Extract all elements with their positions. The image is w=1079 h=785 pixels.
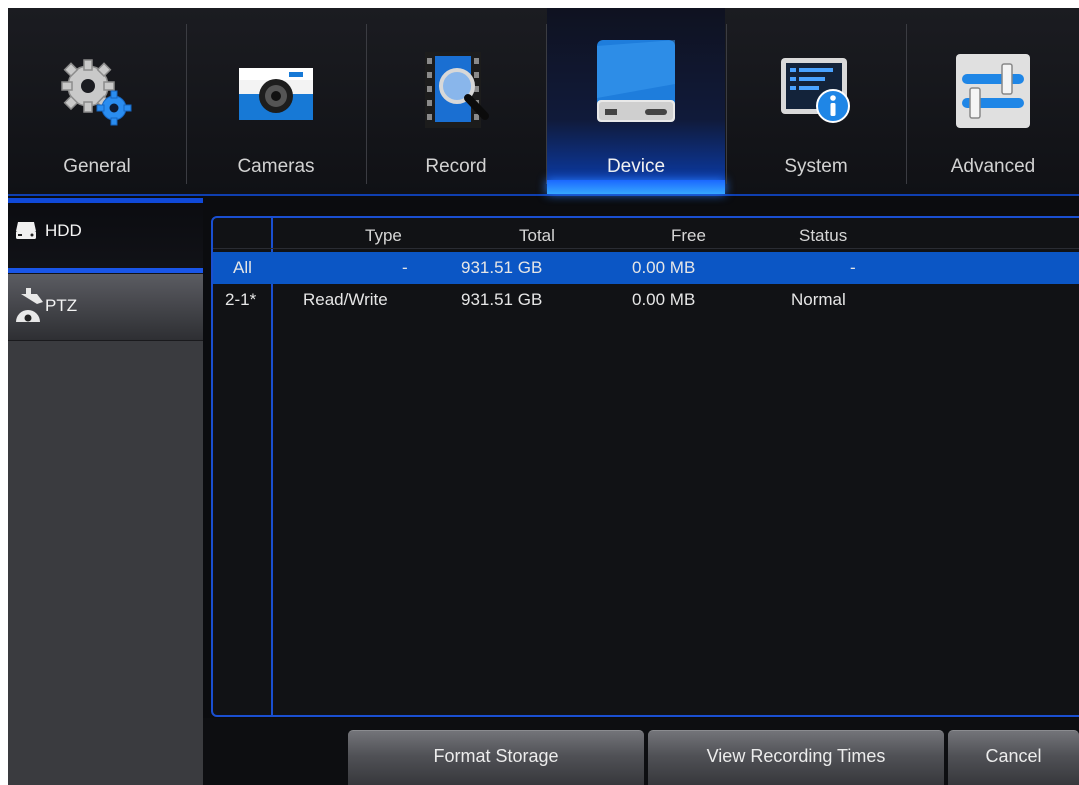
cell-free: 0.00 MB — [632, 290, 696, 309]
tab-general[interactable]: General — [8, 8, 186, 194]
sidebar: HDD PTZ — [8, 198, 203, 785]
tab-cameras[interactable]: Cameras — [187, 8, 365, 194]
column-header-total: Total — [519, 226, 555, 245]
cell-index: All — [233, 258, 252, 277]
tab-label: General — [63, 156, 131, 177]
tab-label: Cameras — [237, 156, 315, 177]
dvr-settings-screen: General Cameras Record Device System Adv… — [8, 8, 1079, 785]
top-navigation: General Cameras Record Device System Adv… — [8, 8, 1079, 196]
system-info-icon — [781, 58, 850, 123]
tab-device[interactable]: Device — [547, 8, 725, 194]
hard-drive-icon — [597, 40, 675, 122]
view-recording-times-button[interactable]: View Recording Times — [648, 730, 944, 785]
button-bar: Format Storage View Recording Times Canc… — [203, 718, 1079, 785]
cell-status: Normal — [791, 290, 846, 309]
cell-type: Read/Write — [303, 290, 388, 309]
cancel-button[interactable]: Cancel — [948, 730, 1079, 785]
cell-index: 2-1* — [225, 290, 257, 309]
cell-total: 931.51 GB — [461, 290, 543, 309]
active-item-indicator — [8, 268, 203, 273]
table-row[interactable]: 2-1* Read/Write 931.51 GB 0.00 MB Normal — [213, 284, 1079, 316]
tab-record[interactable]: Record — [367, 8, 545, 194]
cell-free: 0.00 MB — [632, 258, 696, 277]
tab-system[interactable]: System — [727, 8, 905, 194]
sidebar-item-hdd[interactable]: HDD — [8, 198, 203, 275]
column-header-type: Type — [365, 226, 402, 245]
sliders-icon — [956, 54, 1030, 128]
sidebar-item-label: HDD — [45, 221, 82, 240]
film-search-icon — [425, 52, 489, 128]
format-storage-button[interactable]: Format Storage — [348, 730, 644, 785]
sidebar-item-ptz[interactable]: PTZ — [8, 274, 203, 341]
hdd-table: Type Total Free Status All - 931.51 GB 0… — [211, 216, 1079, 717]
cell-total: 931.51 GB — [461, 258, 543, 277]
table-row[interactable]: All - 931.51 GB 0.00 MB - — [213, 252, 1079, 284]
sidebar-item-label: PTZ — [45, 296, 78, 315]
cell-type: - — [402, 258, 408, 277]
tab-advanced[interactable]: Advanced — [907, 8, 1079, 194]
header-divider — [213, 248, 1079, 249]
column-header-status: Status — [799, 226, 848, 245]
tab-label: Device — [606, 156, 666, 177]
camera-icon — [239, 68, 313, 120]
tab-label: System — [784, 156, 848, 177]
column-header-free: Free — [671, 226, 706, 245]
tab-label: Record — [425, 156, 487, 177]
tab-label: Advanced — [950, 156, 1036, 177]
active-tab-indicator — [547, 180, 725, 194]
ptz-camera-icon — [16, 288, 43, 322]
hdd-icon — [16, 222, 36, 239]
gears-icon — [61, 59, 132, 126]
cell-status: - — [850, 258, 856, 277]
